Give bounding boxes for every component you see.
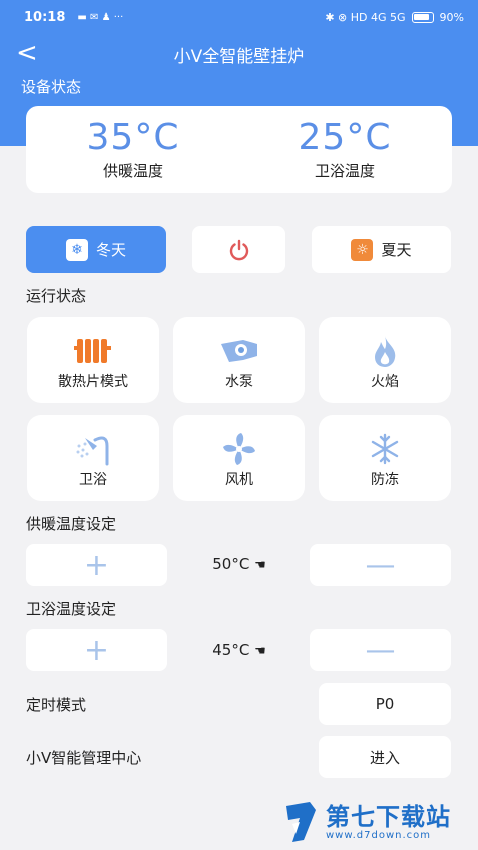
battery-icon bbox=[411, 11, 434, 23]
heating-temp-value: 35°C bbox=[86, 117, 180, 158]
timer-mode-label: 定时模式 bbox=[26, 696, 87, 714]
temperature-card: 35°C 供暖温度 25°C 卫浴温度 bbox=[26, 106, 452, 193]
sun-icon: ☼ bbox=[351, 238, 374, 261]
plus-icon: + bbox=[83, 632, 110, 668]
winter-label: 冬天 bbox=[95, 241, 126, 259]
shower-icon bbox=[27, 429, 159, 469]
run-status-label: 运行状态 bbox=[26, 287, 87, 305]
radiator-icon bbox=[27, 331, 159, 371]
watermark-text-block: 第七下载站 www.d7down.com bbox=[326, 804, 451, 841]
tile-label: 防冻 bbox=[371, 472, 399, 488]
hand-point-icon: ☚ bbox=[254, 558, 266, 573]
bath-minus-button[interactable]: — bbox=[310, 629, 451, 671]
snowflake-icon bbox=[319, 429, 451, 469]
flame-icon bbox=[319, 331, 451, 371]
bath-set-value: 45°C bbox=[212, 641, 250, 659]
tile-label: 散热片模式 bbox=[58, 374, 128, 390]
hand-point-icon: ☚ bbox=[254, 644, 266, 659]
tile-label: 卫浴 bbox=[79, 472, 107, 488]
battery-level: 90% bbox=[439, 10, 464, 24]
heating-set-value: 50°C bbox=[212, 555, 250, 573]
tile-flame[interactable]: 火焰 bbox=[319, 317, 451, 403]
minus-icon: — bbox=[365, 547, 396, 583]
tile-label: 风机 bbox=[225, 472, 253, 488]
winter-button[interactable]: ❄ 冬天 bbox=[26, 226, 166, 273]
heating-set-value-wrap: 50°C ☚ bbox=[168, 555, 310, 573]
tile-antifreeze[interactable]: 防冻 bbox=[319, 415, 451, 501]
watermark-url: www.d7down.com bbox=[326, 829, 432, 841]
tile-fan[interactable]: 风机 bbox=[173, 415, 305, 501]
watermark-text: 第七下载站 bbox=[326, 802, 451, 831]
watermark-logo-icon bbox=[286, 802, 316, 842]
device-status-label: 设备状态 bbox=[21, 78, 82, 96]
enter-button[interactable]: 进入 bbox=[319, 736, 451, 778]
bath-temp-value: 25°C bbox=[298, 117, 392, 158]
tile-pump[interactable]: 水泵 bbox=[173, 317, 305, 403]
signal-icons: ✱ ⊗ HD 4G 5G bbox=[325, 10, 406, 24]
power-icon bbox=[229, 239, 248, 260]
summer-label: 夏天 bbox=[381, 241, 412, 259]
plus-icon: + bbox=[83, 547, 110, 583]
tile-shower[interactable]: 卫浴 bbox=[27, 415, 159, 501]
power-button[interactable] bbox=[192, 226, 285, 273]
notification-icons: ▬ ✉ ♟ ··· bbox=[77, 11, 124, 23]
heating-set-label: 供暖温度设定 bbox=[26, 515, 117, 533]
bath-plus-button[interactable]: + bbox=[26, 629, 167, 671]
bath-set-value-wrap: 45°C ☚ bbox=[168, 641, 310, 659]
heating-minus-button[interactable]: — bbox=[310, 544, 451, 586]
management-center-label: 小V智能管理中心 bbox=[26, 749, 142, 767]
nav-bar: < 小V全智能壁挂炉 bbox=[0, 34, 478, 74]
bath-temp-block: 25°C 卫浴温度 bbox=[245, 118, 445, 181]
heating-temp-label: 供暖温度 bbox=[102, 162, 163, 180]
tile-radiator[interactable]: 散热片模式 bbox=[27, 317, 159, 403]
watermark: 第七下载站 www.d7down.com bbox=[282, 800, 451, 844]
fan-icon bbox=[173, 429, 305, 469]
status-bar: 10:18 ▬ ✉ ♟ ··· ✱ ⊗ HD 4G 5G 90% bbox=[0, 0, 478, 34]
status-right: ✱ ⊗ HD 4G 5G 90% bbox=[325, 11, 464, 24]
summer-button[interactable]: ☼ 夏天 bbox=[312, 226, 451, 273]
page-title: 小V全智能壁挂炉 bbox=[173, 47, 305, 67]
bath-temp-label: 卫浴温度 bbox=[314, 162, 375, 180]
status-time: 10:18 bbox=[24, 9, 66, 25]
tile-label: 水泵 bbox=[225, 374, 253, 390]
tile-label: 火焰 bbox=[371, 374, 399, 390]
snowflake-icon: ❄ bbox=[65, 238, 88, 261]
heating-temp-block: 35°C 供暖温度 bbox=[33, 118, 233, 181]
pump-icon bbox=[173, 331, 305, 371]
timer-mode-button[interactable]: P0 bbox=[319, 683, 451, 725]
heating-plus-button[interactable]: + bbox=[26, 544, 167, 586]
bath-set-label: 卫浴温度设定 bbox=[26, 600, 117, 618]
minus-icon: — bbox=[365, 632, 396, 668]
